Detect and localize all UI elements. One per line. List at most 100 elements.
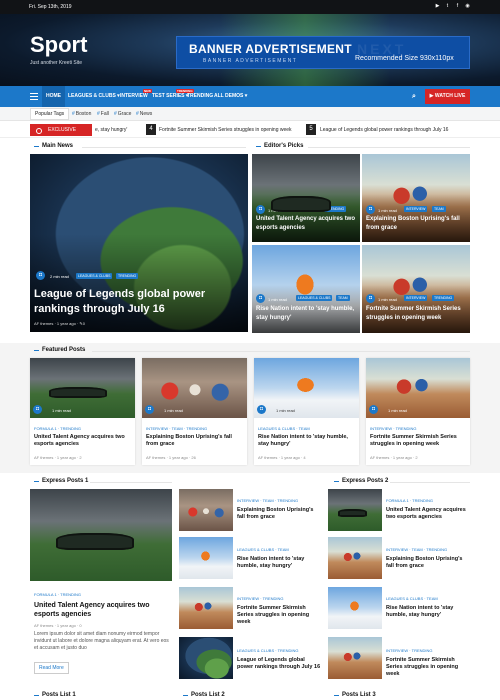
author-name[interactable]: AF themes	[34, 623, 53, 628]
editors-pick-title[interactable]: Fortnite Summer Skirmish Series struggle…	[366, 305, 466, 323]
nav-all-demos-label: ALL DEMOS	[214, 93, 244, 99]
post-categories[interactable]: INTERVIEW · TEAM · TRENDING	[386, 547, 447, 552]
post-title[interactable]: United Talent Agency acquires two esport…	[34, 601, 170, 619]
author-name[interactable]: AF themes	[146, 455, 165, 460]
post-categories[interactable]: INTERVIEW · TEAM · TRENDING	[146, 426, 207, 431]
category-chip[interactable]: TRENDING	[432, 295, 455, 301]
editors-pick-card[interactable]: ◘ 1 min read INTERVIEW TEAM Explaining B…	[362, 154, 470, 242]
post-categories[interactable]: FORMULA 1 · TRENDING	[34, 426, 81, 431]
post-categories[interactable]: FORMULA 1 · TRENDING	[34, 592, 81, 597]
author-name[interactable]: AF themes	[258, 455, 277, 460]
banner-title: BANNER ADVERTISEMENT	[189, 42, 352, 56]
category-chip[interactable]: INTERVIEW	[404, 295, 428, 301]
post-categories[interactable]: INTERVIEW · TRENDING	[386, 648, 433, 653]
site-logo[interactable]: Sport	[30, 32, 87, 58]
youtube-icon[interactable]: ▶	[435, 3, 440, 9]
tag-link[interactable]: Grace	[114, 111, 132, 117]
category-chip[interactable]: TRENDING	[116, 273, 139, 279]
post-thumbnail[interactable]: ◘ 1 min read	[142, 358, 247, 418]
post-title[interactable]: Rise Nation intent to 'stay humble, stay…	[258, 434, 356, 448]
category-chip[interactable]: TEAM	[336, 295, 350, 301]
express-main-thumbnail[interactable]	[30, 489, 172, 581]
menu-icon[interactable]	[30, 93, 38, 100]
category-chip[interactable]: LEAGUES & CLUBS	[296, 295, 333, 301]
featured-post-card[interactable]: ◘ 1 min read FORMULA 1 · TRENDING United…	[30, 358, 135, 465]
post-thumbnail[interactable]	[179, 489, 233, 531]
nav-home[interactable]: HOME	[42, 86, 65, 107]
post-title[interactable]: Explaining Boston Uprising's fall from g…	[237, 507, 322, 521]
category-chip[interactable]: TRENDING	[324, 206, 347, 212]
post-title[interactable]: United Talent Agency acquires two esport…	[386, 507, 470, 521]
category-chip[interactable]: FORMULA 1	[294, 206, 318, 212]
post-title[interactable]: Fortnite Summer Skirmish Series struggle…	[237, 605, 322, 626]
editors-pick-title[interactable]: Explaining Boston Uprising's fall from g…	[366, 215, 466, 233]
rss-icon[interactable]: ◉	[465, 3, 470, 9]
nav-trending[interactable]: TRENDING	[187, 86, 213, 107]
ticker-item[interactable]: League of Legends global power rankings …	[320, 127, 448, 133]
main-news-title[interactable]: League of Legends global power rankings …	[34, 287, 240, 317]
nav-all-demos[interactable]: ALL DEMOS ▾	[214, 86, 247, 107]
search-icon[interactable]: ⌕	[412, 93, 416, 101]
post-title[interactable]: Rise Nation intent to 'stay humble, stay…	[237, 556, 322, 570]
post-thumbnail[interactable]: ◘ 1 min read	[366, 358, 470, 418]
section-divider	[390, 482, 470, 483]
post-thumbnail[interactable]	[328, 587, 382, 629]
author-name[interactable]: AF themes	[34, 321, 53, 326]
post-categories[interactable]: FORMULA 1 · TRENDING	[386, 498, 433, 503]
editors-pick-card[interactable]: ◘ 1 min read FORMULA 1 TRENDING United T…	[252, 154, 360, 242]
post-thumbnail[interactable]	[179, 637, 233, 679]
camera-icon: ◘	[257, 405, 266, 414]
post-categories[interactable]: LEAGUES & CLUBS · TEAM	[386, 596, 438, 601]
post-title[interactable]: Rise Nation intent to 'stay humble, stay…	[386, 605, 470, 619]
post-categories[interactable]: INTERVIEW · TEAM · TRENDING	[237, 498, 298, 503]
watch-live-button[interactable]: ▶ WATCH LIVE	[425, 89, 470, 104]
post-categories[interactable]: INTERVIEW · TRENDING	[237, 596, 284, 601]
post-meta: AF themes · 1 year ago · 0	[34, 623, 82, 628]
post-thumbnail[interactable]	[328, 637, 382, 679]
author-name[interactable]: AF themes	[34, 455, 53, 460]
post-title[interactable]: Explaining Boston Uprising's fall from g…	[146, 434, 244, 448]
post-title[interactable]: Fortnite Summer Skirmish Series struggle…	[386, 657, 470, 678]
category-chip[interactable]: TEAM	[432, 206, 446, 212]
category-chip[interactable]: INTERVIEW	[404, 206, 428, 212]
facebook-icon[interactable]: f	[455, 3, 460, 9]
editors-pick-title[interactable]: Rise Nation intent to 'stay humble, stay…	[256, 305, 356, 323]
editors-pick-title[interactable]: United Talent Agency acquires two esport…	[256, 215, 356, 233]
post-categories[interactable]: INTERVIEW · TRENDING	[370, 426, 417, 431]
post-thumbnail[interactable]: ◘ 1 min read	[254, 358, 359, 418]
post-title[interactable]: Explaining Boston Uprising's fall from g…	[386, 556, 470, 570]
post-thumbnail[interactable]	[179, 537, 233, 579]
author-name[interactable]: AF themes	[370, 455, 389, 460]
editors-pick-card[interactable]: ◘ 1 min read INTERVIEW TRENDING Fortnite…	[362, 245, 470, 333]
tag-link[interactable]: Fall	[97, 111, 109, 117]
post-thumbnail[interactable]	[328, 537, 382, 579]
tag-link[interactable]: Boston	[72, 111, 92, 117]
post-title[interactable]: United Talent Agency acquires two esport…	[34, 434, 132, 448]
ticker-item[interactable]: e, stay hungry'	[95, 127, 127, 133]
read-more-button[interactable]: Read More	[34, 662, 69, 674]
post-thumbnail[interactable]	[179, 587, 233, 629]
ticker-item[interactable]: Fortnite Summer Skirmish Series struggle…	[159, 127, 292, 133]
featured-post-card[interactable]: ◘ 1 min read INTERVIEW · TEAM · TRENDING…	[142, 358, 247, 465]
category-chip[interactable]: LEAGUES & CLUBS	[76, 273, 113, 279]
nav-new-badge: NEW	[143, 89, 152, 93]
express-posts-2-heading: Express Posts 2	[333, 478, 389, 484]
post-title[interactable]: League of Legends global power rankings …	[237, 657, 322, 671]
main-news-image[interactable]: ◘ 2 min read LEAGUES & CLUBS TRENDING Le…	[30, 154, 248, 332]
post-categories[interactable]: LEAGUES & CLUBS · TEAM	[237, 547, 289, 552]
post-thumbnail[interactable]: ◘ 1 min read	[30, 358, 135, 418]
post-categories[interactable]: LEAGUES & CLUBS · TEAM	[258, 426, 310, 431]
banner-advertisement[interactable]: NEXT BANNER ADVERTISEMENT BANNER ADVERTI…	[176, 36, 470, 69]
twitter-icon[interactable]: t	[445, 3, 450, 9]
tag-link[interactable]: News	[136, 111, 153, 117]
post-categories[interactable]: LEAGUES & CLUBS · TRENDING	[237, 648, 299, 653]
featured-post-card[interactable]: ◘ 1 min read LEAGUES & CLUBS · TEAM Rise…	[254, 358, 359, 465]
post-thumbnail[interactable]	[328, 489, 382, 531]
read-time: 1 min read	[52, 408, 71, 413]
editors-pick-card[interactable]: ◘ 1 min read LEAGUES & CLUBS TEAM Rise N…	[252, 245, 360, 333]
nav-leagues-clubs[interactable]: LEAGUES & CLUBS ▾	[68, 86, 120, 107]
featured-post-card[interactable]: ◘ 1 min read INTERVIEW · TRENDING Fortni…	[366, 358, 470, 465]
post-title[interactable]: Fortnite Summer Skirmish Series struggle…	[370, 434, 467, 448]
section-divider	[82, 147, 246, 148]
read-time: 1 min read	[378, 208, 397, 213]
